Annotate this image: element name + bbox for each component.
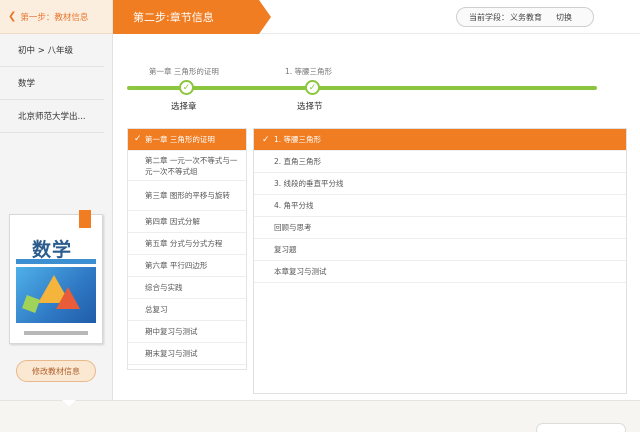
chapter-label: 期末复习与测试 bbox=[145, 349, 198, 358]
header: 第二步:章节信息 当前学段： 义务教育 切换 bbox=[113, 0, 640, 34]
switch-button[interactable]: 切换 bbox=[556, 12, 572, 23]
step2-arrow bbox=[259, 0, 271, 34]
chapter-label: 第四章 因式分解 bbox=[145, 217, 200, 226]
section-item[interactable]: 本章复习与测试 bbox=[254, 261, 626, 283]
notch-indicator bbox=[62, 400, 76, 406]
section-item[interactable]: ✓ 1. 等腰三角形 bbox=[254, 129, 626, 151]
chapter-item[interactable]: 第二章 一元一次不等式与一元一次不等式组 bbox=[128, 151, 246, 181]
bookmark-icon bbox=[79, 210, 91, 228]
check-icon: ✓ bbox=[305, 80, 320, 95]
section-item[interactable]: 4. 角平分线 bbox=[254, 195, 626, 217]
bottom-bar bbox=[0, 400, 640, 432]
chapter-label: 第五章 分式与分式方程 bbox=[145, 239, 223, 248]
cover-art bbox=[16, 267, 96, 323]
check-icon: ✓ bbox=[262, 134, 270, 145]
school-label: 当前学段： bbox=[469, 12, 509, 22]
chapter-item[interactable]: 总复习 bbox=[128, 299, 246, 321]
grade-info: 初中 > 八年级 bbox=[0, 34, 104, 67]
chapter-label: 总复习 bbox=[145, 305, 168, 314]
step1-label: 第一步：教材信息 bbox=[20, 12, 89, 23]
publisher-info: 北京师范大学出... bbox=[0, 100, 104, 133]
subject-info: 数学 bbox=[0, 67, 104, 100]
textbook-cover: 数学 bbox=[9, 210, 103, 344]
chapter-list: ✓ 第一章 三角形的证明 第二章 一元一次不等式与一元一次不等式组 第三章 图形… bbox=[127, 128, 247, 370]
edit-textbook-button[interactable]: 修改教材信息 bbox=[16, 360, 96, 382]
section-item[interactable]: 3. 线段的垂直平分线 bbox=[254, 173, 626, 195]
textbook-cover-image: 数学 bbox=[9, 214, 103, 344]
chapter-item[interactable]: ✓ 第一章 三角形的证明 bbox=[128, 129, 246, 151]
section-list: ✓ 1. 等腰三角形 2. 直角三角形 3. 线段的垂直平分线 4. 角平分线 … bbox=[253, 128, 627, 394]
chapter-item[interactable]: 综合与实践 bbox=[128, 277, 246, 299]
chapter-label: 综合与实践 bbox=[145, 283, 183, 292]
section-label: 4. 角平分线 bbox=[274, 201, 314, 210]
chapter-label: 第二章 一元一次不等式与一元一次不等式组 bbox=[145, 155, 238, 176]
selected-chapter-caption: 第一章 三角形的证明 bbox=[149, 67, 219, 76]
section-label: 复习题 bbox=[274, 245, 297, 254]
section-label: 回顾与思考 bbox=[274, 223, 312, 232]
section-item[interactable]: 复习题 bbox=[254, 239, 626, 261]
selected-section-caption: 1. 等腰三角形 bbox=[285, 67, 333, 76]
section-label: 1. 等腰三角形 bbox=[274, 135, 322, 144]
section-label: 本章复习与测试 bbox=[274, 267, 327, 276]
step2-banner: 第二步:章节信息 bbox=[113, 0, 259, 34]
chapter-item[interactable]: 第六章 平行四边形 bbox=[128, 255, 246, 277]
chapter-item[interactable]: 第四章 因式分解 bbox=[128, 211, 246, 233]
cover-publisher-strip bbox=[24, 331, 88, 335]
chapter-label: 第三章 图形的平移与旋转 bbox=[145, 191, 230, 200]
school-selector[interactable]: 当前学段： 义务教育 切换 bbox=[456, 7, 594, 27]
chapter-item[interactable]: 第三章 图形的平移与旋转 bbox=[128, 181, 246, 211]
step-select-section[interactable]: 选择节 bbox=[297, 100, 323, 112]
chevron-left-icon: ❮ bbox=[8, 11, 17, 22]
cover-band bbox=[16, 259, 96, 264]
section-item[interactable]: 回顾与思考 bbox=[254, 217, 626, 239]
section-item[interactable]: 2. 直角三角形 bbox=[254, 151, 626, 173]
section-label: 2. 直角三角形 bbox=[274, 157, 322, 166]
check-icon: ✓ bbox=[179, 80, 194, 95]
step-select-chapter[interactable]: 选择章 bbox=[171, 100, 197, 112]
step1-back-button[interactable]: ❮ 第一步：教材信息 bbox=[0, 0, 112, 34]
cover-shape bbox=[56, 287, 80, 309]
progress-steps: 第一章 三角形的证明 1. 等腰三角形 ✓ ✓ 选择章 选择节 bbox=[113, 34, 640, 124]
bottom-action-button[interactable] bbox=[536, 423, 626, 432]
school-value: 义务教育 bbox=[510, 12, 542, 22]
chapter-item[interactable]: 期末复习与测试 bbox=[128, 343, 246, 365]
sidebar: ❮ 第一步：教材信息 初中 > 八年级 数学 北京师范大学出... 数学 修改教… bbox=[0, 0, 113, 400]
chapter-item[interactable]: 第五章 分式与分式方程 bbox=[128, 233, 246, 255]
chapter-item[interactable]: 期中复习与测试 bbox=[128, 321, 246, 343]
progress-track bbox=[127, 86, 597, 90]
section-label: 3. 线段的垂直平分线 bbox=[274, 179, 344, 188]
chapter-label: 第一章 三角形的证明 bbox=[145, 135, 215, 144]
check-icon: ✓ bbox=[134, 134, 142, 144]
chapter-label: 第六章 平行四边形 bbox=[145, 261, 208, 270]
textbook-title: 数学 bbox=[32, 239, 73, 261]
chapter-label: 期中复习与测试 bbox=[145, 327, 198, 336]
